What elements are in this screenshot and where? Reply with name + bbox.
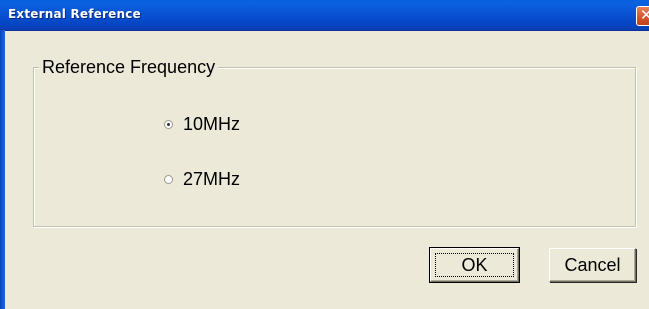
close-button[interactable]: ✕ — [636, 6, 649, 26]
window-title: External Reference — [8, 7, 141, 21]
radio-button-27mhz[interactable] — [164, 174, 173, 184]
cancel-button[interactable]: Cancel — [549, 248, 636, 282]
radio-option-10mhz[interactable]: 10MHz — [164, 113, 240, 135]
cancel-button-label: Cancel — [564, 254, 621, 275]
close-icon: ✕ — [640, 6, 649, 24]
radio-button-10mhz[interactable] — [164, 119, 173, 129]
radio-label-27mhz[interactable]: 27MHz — [183, 168, 240, 190]
radio-option-27mhz[interactable]: 27MHz — [164, 168, 240, 190]
focus-rect — [435, 253, 514, 277]
dialog-window: External Reference ✕ Reference Frequency… — [0, 0, 649, 309]
window-frame-left — [0, 30, 5, 309]
ok-button[interactable]: OK — [429, 247, 520, 283]
reference-frequency-group — [33, 67, 636, 227]
radio-label-10mhz[interactable]: 10MHz — [183, 113, 240, 135]
group-label: Reference Frequency — [39, 56, 219, 78]
title-bar[interactable]: External Reference ✕ — [0, 0, 649, 31]
